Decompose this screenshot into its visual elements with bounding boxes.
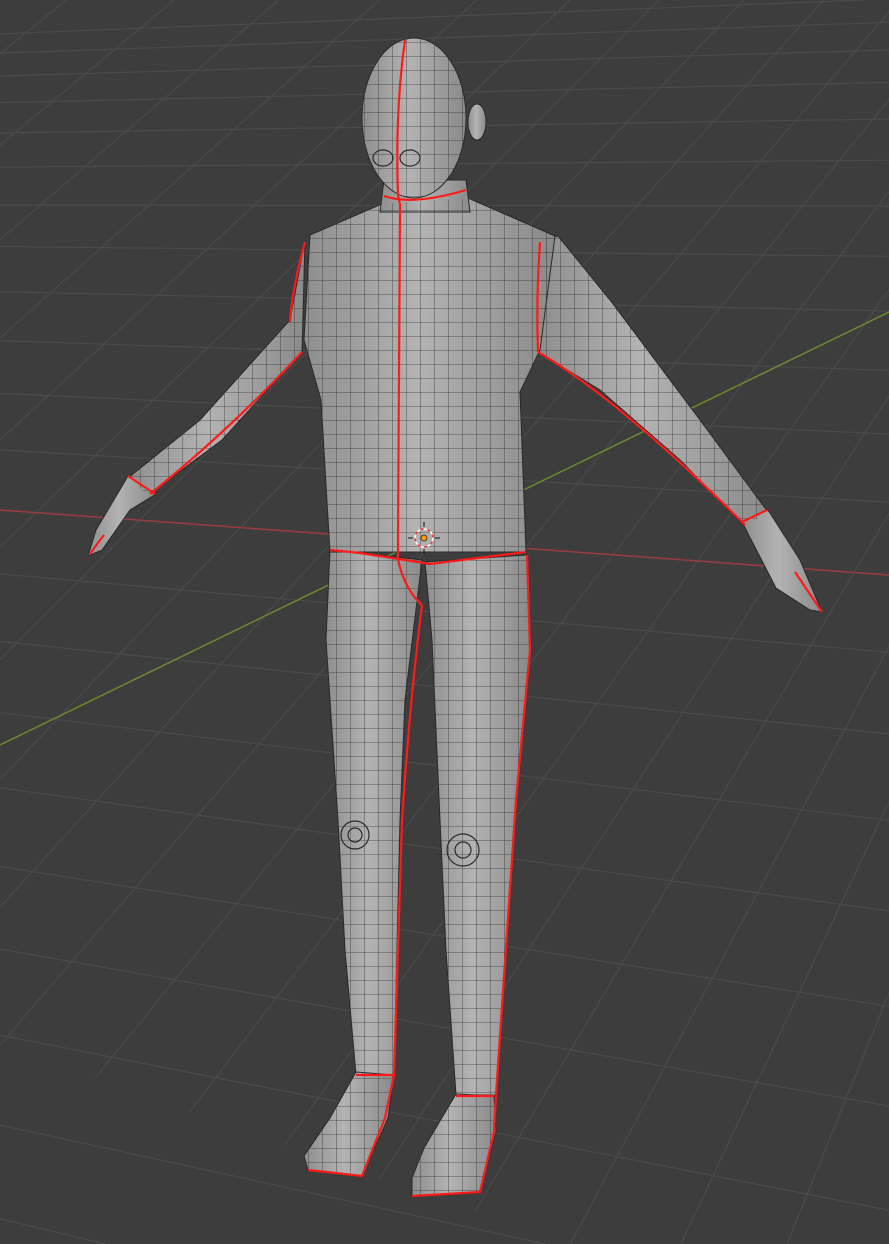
grid-line (0, 0, 175, 146)
right-hand[interactable] (741, 509, 823, 613)
grid-line (0, 0, 67, 55)
grid-line (786, 992, 889, 1244)
grid-line (0, 21, 889, 54)
ear (467, 103, 487, 141)
grid-line (0, 0, 864, 35)
grid-line (0, 0, 279, 241)
grid-line (680, 801, 889, 1244)
grid-line (0, 948, 889, 1107)
viewport-canvas[interactable] (0, 0, 889, 1244)
3d-viewport[interactable] (0, 0, 889, 1244)
human-mesh[interactable] (87, 37, 823, 1197)
wireframe-overlay (128, 38, 768, 1196)
grid-line (0, 1218, 106, 1244)
grid-line (569, 645, 889, 1244)
